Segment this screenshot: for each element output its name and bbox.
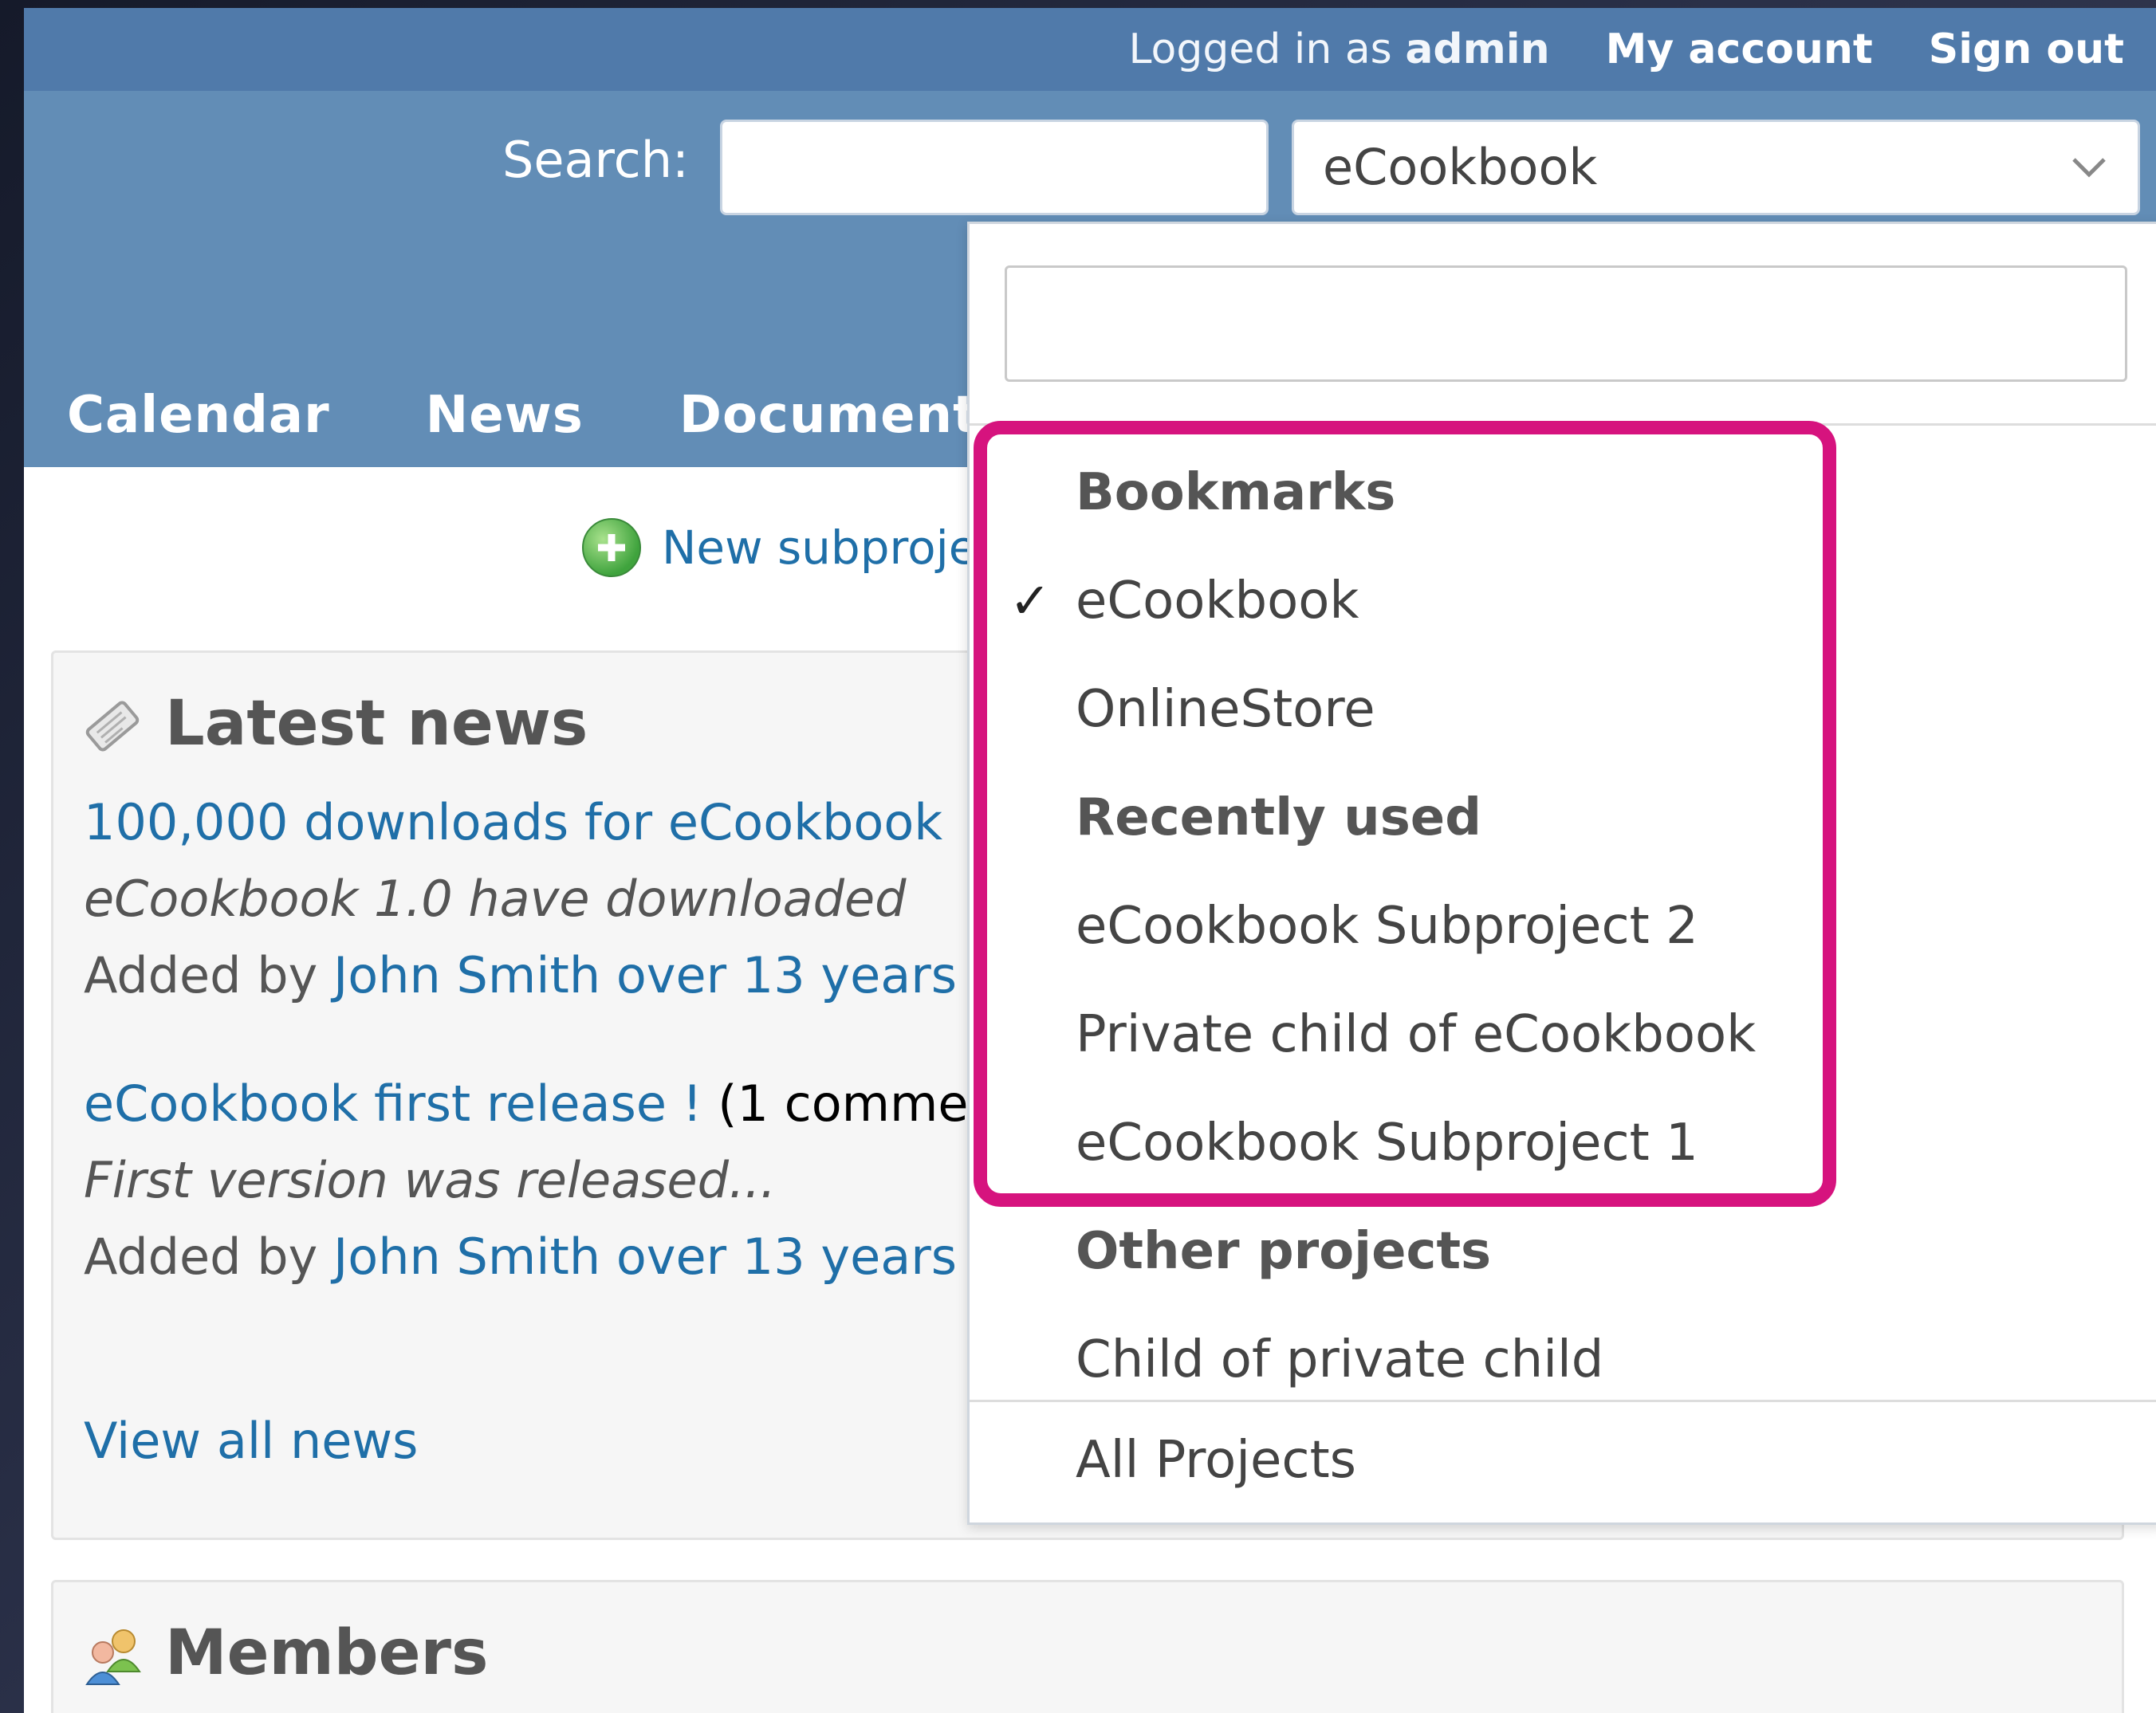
added-by-label: Added by bbox=[84, 1228, 318, 1286]
members-box: Members bbox=[51, 1580, 2124, 1713]
app-window: Logged in as admin My account Sign out S… bbox=[24, 8, 2156, 1713]
chevron-down-icon bbox=[2069, 122, 2109, 213]
project-select-value: eCookbook bbox=[1323, 138, 1598, 196]
top-menu: Logged in as admin My account Sign out bbox=[24, 8, 2156, 91]
dropdown-divider bbox=[970, 1400, 2156, 1402]
tab-news[interactable]: News bbox=[426, 386, 584, 445]
checkmark-icon: ✓ bbox=[1009, 572, 1051, 630]
news-title-link[interactable]: 100,000 downloads for eCookbook bbox=[84, 793, 942, 851]
project-jump-dropdown: Bookmarks ✓ eCookbook OnlineStore Recent… bbox=[967, 222, 2156, 1525]
author-link[interactable]: John Smith bbox=[333, 946, 600, 1004]
members-title: Members bbox=[165, 1617, 489, 1689]
project-select[interactable]: eCookbook bbox=[1292, 120, 2140, 215]
tab-documents[interactable]: Documents bbox=[679, 386, 1009, 445]
latest-news-title: Latest news bbox=[165, 688, 588, 760]
project-option-subproject-2[interactable]: eCookbook Subproject 2 bbox=[1076, 897, 1698, 956]
news-item: 100,000 downloads for eCookbook eCookboo… bbox=[84, 784, 1064, 1014]
dropdown-search-input[interactable] bbox=[1005, 265, 2127, 382]
account-menu: Logged in as admin My account Sign out bbox=[1128, 18, 2124, 81]
logged-in-text: Logged in as admin bbox=[1128, 26, 1549, 73]
project-option-child-of-private-child[interactable]: Child of private child bbox=[1076, 1330, 1603, 1389]
add-icon bbox=[582, 518, 641, 577]
project-option-subproject-1[interactable]: eCookbook Subproject 1 bbox=[1076, 1114, 1698, 1173]
project-option-ecookbook[interactable]: eCookbook bbox=[1076, 572, 1359, 631]
news-meta: Added by John Smith over 13 years ago bbox=[84, 937, 1064, 1014]
logged-in-prefix: Logged in as bbox=[1128, 26, 1392, 73]
search-label: Search: bbox=[502, 131, 689, 189]
username[interactable]: admin bbox=[1405, 26, 1549, 73]
author-link[interactable]: John Smith bbox=[333, 1228, 600, 1286]
new-subproject-link[interactable]: New subproject bbox=[582, 518, 1021, 577]
group-recently-used: Recently used bbox=[1076, 788, 1481, 847]
project-option-private-child[interactable]: Private child of eCookbook bbox=[1076, 1005, 1756, 1064]
main-tabs: Calendar News Documents bbox=[67, 386, 1009, 445]
my-account-link[interactable]: My account bbox=[1606, 26, 1873, 73]
all-projects-link[interactable]: All Projects bbox=[1076, 1431, 1356, 1490]
view-all-news-link[interactable]: View all news bbox=[84, 1412, 418, 1470]
search-input[interactable] bbox=[720, 120, 1269, 215]
group-other-projects: Other projects bbox=[1076, 1222, 1492, 1281]
news-icon bbox=[81, 694, 144, 761]
news-description: First version was released... bbox=[84, 1151, 777, 1209]
members-icon bbox=[81, 1624, 148, 1691]
news-item: eCookbook first release ! (1 comment) Fi… bbox=[84, 1066, 1064, 1295]
added-by-label: Added by bbox=[84, 946, 318, 1004]
project-option-onlinestore[interactable]: OnlineStore bbox=[1076, 680, 1375, 739]
news-title-link[interactable]: eCookbook first release ! bbox=[84, 1075, 702, 1133]
news-description: eCookbook 1.0 have downloaded bbox=[84, 870, 907, 928]
dropdown-divider bbox=[970, 423, 2156, 426]
sign-out-link[interactable]: Sign out bbox=[1929, 26, 2124, 73]
news-meta: Added by John Smith over 13 years ago bbox=[84, 1219, 1064, 1295]
group-bookmarks: Bookmarks bbox=[1076, 463, 1396, 522]
tab-calendar[interactable]: Calendar bbox=[67, 386, 330, 445]
